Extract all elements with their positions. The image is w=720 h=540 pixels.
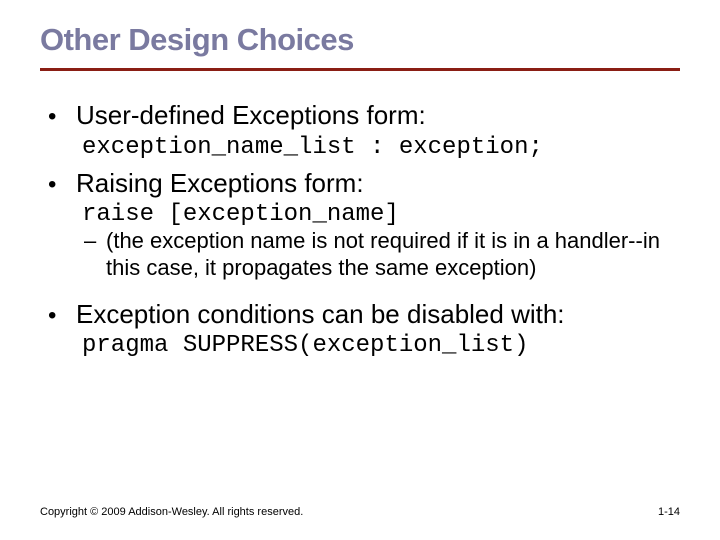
title-rule [40,68,680,71]
bullet-dot-icon: • [48,304,76,328]
bullet-text: Raising Exceptions form: [76,167,364,200]
sub-bullet-dash-icon: – [84,228,106,254]
bullet-item: • Raising Exceptions form: [48,167,680,200]
code-line: exception_name_list : exception; [82,134,680,161]
bullet-dot-icon: • [48,173,76,197]
page-number: 1-14 [658,506,680,518]
bullet-text: User-defined Exceptions form: [76,99,426,132]
sub-bullet-item: – (the exception name is not required if… [84,228,680,282]
bullet-item: • User-defined Exceptions form: [48,99,680,132]
code-line: raise [exception_name] [82,201,680,228]
sub-bullet-text: (the exception name is not required if i… [106,228,666,282]
slide: Other Design Choices • User-defined Exce… [0,0,720,540]
bullet-dot-icon: • [48,105,76,129]
copyright-text: Copyright © 2009 Addison-Wesley. All rig… [40,506,303,518]
bullet-text: Exception conditions can be disabled wit… [76,298,565,331]
code-line: pragma SUPPRESS(exception_list) [82,332,680,359]
slide-title: Other Design Choices [40,22,680,58]
bullet-item: • Exception conditions can be disabled w… [48,298,680,331]
slide-body: • User-defined Exceptions form: exceptio… [40,99,680,359]
